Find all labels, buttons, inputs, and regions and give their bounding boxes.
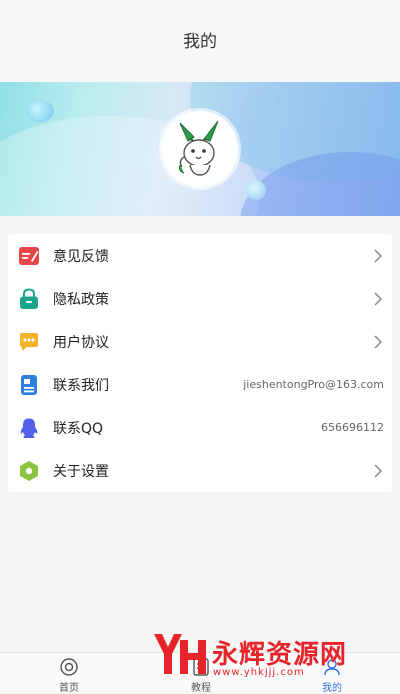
menu-item-about-settings[interactable]: 关于设置 — [8, 449, 392, 492]
avatar[interactable] — [162, 111, 238, 187]
site-watermark: 永辉资源网 www.yhkjjj.com — [150, 630, 380, 680]
decorative-bubble — [26, 100, 54, 122]
menu-item-contact-qq[interactable]: 联系QQ 656696112 — [8, 406, 392, 449]
watermark-url: www.yhkjjj.com — [213, 667, 305, 678]
decorative-bubble — [246, 180, 266, 200]
page-title: 我的 — [183, 31, 217, 52]
menu-item-user-agreement[interactable]: 用户协议 — [8, 320, 392, 363]
watermark-brand: 永辉资源网 — [212, 639, 348, 670]
tab-home[interactable]: 首页 — [39, 653, 99, 694]
menu-item-label: 关于设置 — [53, 463, 109, 480]
cartoon-rabbit-avatar-icon — [179, 120, 219, 176]
contact-card-icon — [21, 374, 37, 395]
tab-label: 教程 — [191, 683, 211, 694]
menu-item-contact-us[interactable]: 联系我们 jieshentongPro@163.com — [8, 363, 392, 406]
menu-item-label: 用户协议 — [53, 334, 109, 351]
feedback-icon — [19, 246, 39, 265]
menu-item-feedback[interactable]: 意见反馈 — [8, 234, 392, 277]
menu-item-label: 隐私政策 — [53, 291, 109, 308]
tab-label: 首页 — [59, 683, 79, 694]
profile-banner — [0, 82, 400, 216]
settings-menu: 意见反馈 隐私政策 用户协议 联系我们 jieshentongPro@163.c… — [8, 234, 392, 492]
chevron-right-icon — [374, 334, 383, 349]
chat-bubble-icon — [20, 332, 38, 351]
top-bar: 我的 — [0, 0, 400, 82]
menu-item-privacy[interactable]: 隐私政策 — [8, 277, 392, 320]
settings-hexagon-icon — [20, 460, 38, 481]
menu-item-label: 联系QQ — [53, 420, 104, 437]
watermark-logo-icon — [154, 634, 206, 674]
chevron-right-icon — [374, 248, 383, 263]
tab-label: 我的 — [322, 683, 342, 694]
menu-item-label: 意见反馈 — [53, 248, 109, 265]
menu-item-label: 联系我们 — [53, 377, 109, 394]
contact-email: jieshentongPro@163.com — [243, 378, 384, 391]
chevron-right-icon — [374, 463, 383, 478]
chevron-right-icon — [374, 291, 383, 306]
qq-number: 656696112 — [321, 421, 384, 434]
qq-penguin-icon — [20, 418, 38, 438]
privacy-lock-icon — [20, 287, 38, 309]
home-icon — [60, 658, 78, 676]
